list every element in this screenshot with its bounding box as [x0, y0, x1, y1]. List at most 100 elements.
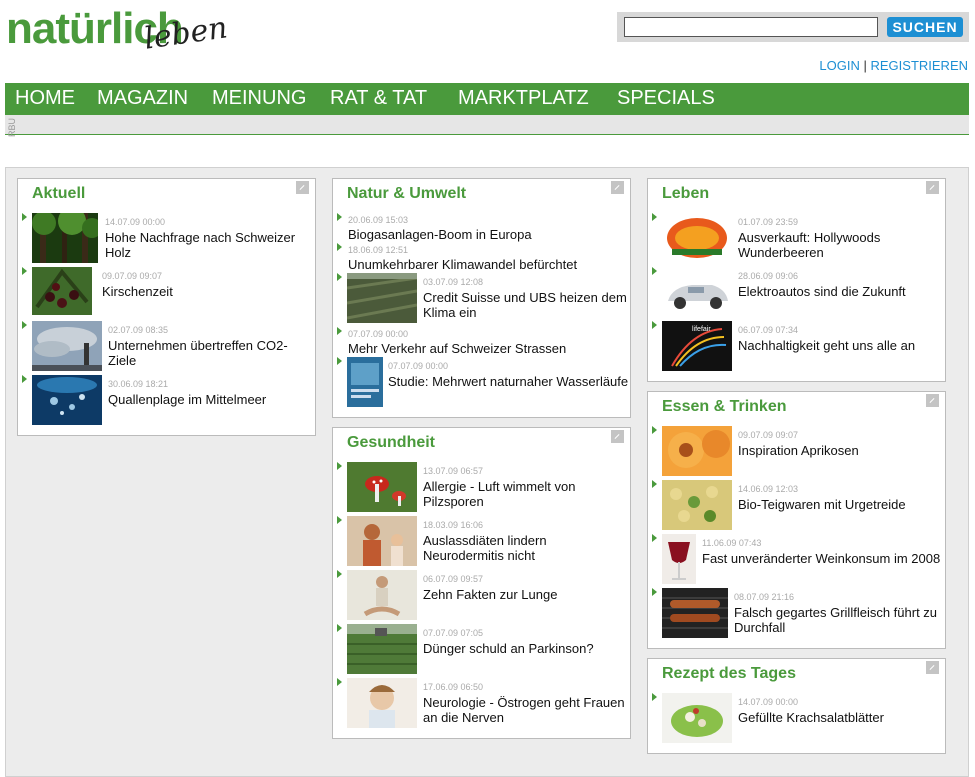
- item-title[interactable]: Studie: Mehrwert naturnaher Wasserläufe: [388, 374, 628, 389]
- arrow-icon: [652, 426, 657, 434]
- main-nav: HOME MAGAZIN MEINUNG RAT & TAT MARKTPLAT…: [5, 83, 969, 115]
- item-title[interactable]: Hohe Nachfrage nach Schweizer: [105, 230, 295, 245]
- arrow-icon: [337, 624, 342, 632]
- search-button[interactable]: SUCHEN: [887, 17, 963, 37]
- arrow-icon: [337, 357, 342, 365]
- section-title[interactable]: Rezept des Tages: [662, 665, 796, 683]
- list-item[interactable]: 02.07.09 08:35 Unternehmen übertreffen C…: [18, 321, 315, 373]
- list-item[interactable]: 14.06.09 12:03 Bio-Teigwaren mit Urgetre…: [648, 480, 945, 532]
- section-rezept-des-tages: Rezept des Tages 14.07.09 00:00 Gefüllte…: [647, 658, 946, 754]
- item-title-cont[interactable]: Neurodermitis nicht: [423, 548, 535, 563]
- item-title-cont[interactable]: Klima ein: [423, 305, 476, 320]
- item-title[interactable]: Allergie - Luft wimmelt von: [423, 479, 575, 494]
- list-item[interactable]: 01.07.09 23:59 Ausverkauft: Hollywoods W…: [648, 213, 945, 265]
- list-item[interactable]: 09.07.09 09:07 Kirschenzeit: [18, 267, 315, 319]
- item-title[interactable]: Fast unveränderter Weinkonsum im 2008: [702, 551, 940, 566]
- sea-photo: [32, 375, 102, 425]
- item-date: 14.07.09 00:00: [738, 697, 799, 707]
- list-item[interactable]: 30.06.09 18:21 Quallenplage im Mittelmee…: [18, 375, 315, 427]
- item-title[interactable]: Auslassdiäten lindern: [423, 533, 547, 548]
- item-date: 07.07.09 00:00: [388, 361, 449, 371]
- section-aktuell: Aktuell 14.07.09 00:00 Hohe Nachfrage na…: [17, 178, 316, 436]
- list-item[interactable]: 11.06.09 07:43 Fast unveränderter Weinko…: [648, 534, 945, 586]
- list-item[interactable]: lifefair 06.07.09 07:34 Nachhaltigkeit g…: [648, 321, 945, 373]
- register-link[interactable]: REGISTRIEREN: [870, 58, 968, 73]
- item-title[interactable]: Unternehmen übertreffen CO2-Ziele: [108, 338, 315, 368]
- nav-item-meinung[interactable]: MEINUNG: [212, 87, 306, 110]
- item-title-cont[interactable]: Holz: [105, 245, 131, 260]
- sub-nav-text: RBU: [7, 118, 17, 138]
- item-date: 14.06.09 12:03: [738, 484, 799, 494]
- item-title[interactable]: Inspiration Aprikosen: [738, 443, 859, 458]
- item-date: 08.07.09 21:16: [734, 592, 795, 602]
- mother-child-photo: [347, 516, 417, 566]
- item-date: 17.06.09 06:50: [423, 682, 484, 692]
- expand-icon[interactable]: [926, 181, 939, 194]
- item-title[interactable]: Nachhaltigkeit geht uns alle an: [738, 338, 915, 353]
- field-photo: [347, 624, 417, 674]
- item-title[interactable]: Credit Suisse und UBS heizen dem: [423, 290, 627, 305]
- section-title[interactable]: Aktuell: [32, 185, 85, 203]
- item-title[interactable]: Bio-Teigwaren mit Urgetreide: [738, 497, 906, 512]
- nav-item-magazin[interactable]: MAGAZIN: [97, 87, 188, 110]
- site-logo[interactable]: natürlich leben: [6, 4, 230, 68]
- nav-item-home[interactable]: HOME: [15, 87, 75, 110]
- list-item[interactable]: 14.07.09 00:00 Hohe Nachfrage nach Schwe…: [18, 213, 315, 265]
- list-item[interactable]: 18.03.09 16:06 Auslassdiäten lindern Neu…: [333, 516, 630, 568]
- item-title[interactable]: Ausverkauft: Hollywoods: [738, 230, 880, 245]
- list-item[interactable]: 06.07.09 09:57 Zehn Fakten zur Lunge: [333, 570, 630, 622]
- list-item[interactable]: 17.06.09 06:50 Neurologie - Östrogen geh…: [333, 678, 630, 730]
- item-date: 03.07.09 12:08: [423, 277, 484, 287]
- expand-icon[interactable]: [611, 181, 624, 194]
- arrow-icon: [652, 588, 657, 596]
- section-title[interactable]: Leben: [662, 185, 709, 203]
- item-date: 30.06.09 18:21: [108, 379, 169, 389]
- nav-item-marktplatz[interactable]: MARKTPLATZ: [458, 87, 589, 110]
- item-title[interactable]: Quallenplage im Mittelmeer: [108, 392, 266, 407]
- item-title[interactable]: Unumkehrbarer Klimawandel befürchtet: [348, 257, 577, 272]
- section-title[interactable]: Essen & Trinken: [662, 398, 787, 416]
- login-link[interactable]: LOGIN: [819, 58, 859, 73]
- list-item[interactable]: 07.07.09 07:05 Dünger schuld an Parkinso…: [333, 624, 630, 676]
- item-title-cont[interactable]: Wunderbeeren: [738, 245, 824, 260]
- auth-separator: |: [863, 58, 867, 73]
- item-title[interactable]: Gefüllte Krachsalatblätter: [738, 710, 884, 725]
- list-item[interactable]: 14.07.09 00:00 Gefüllte Krachsalatblätte…: [648, 693, 945, 745]
- item-title-cont[interactable]: an die Nerven: [423, 710, 504, 725]
- item-date: 07.07.09 00:00: [348, 329, 409, 339]
- item-title[interactable]: Elektroautos sind die Zukunft: [738, 284, 906, 299]
- item-title-cont[interactable]: Pilzsporen: [423, 494, 484, 509]
- list-item[interactable]: 07.07.09 00:00 Mehr Verkehr auf Schweize…: [333, 327, 630, 357]
- list-item[interactable]: 07.07.09 00:00 Studie: Mehrwert naturnah…: [333, 357, 630, 409]
- item-title[interactable]: Dünger schuld an Parkinson?: [423, 641, 594, 656]
- list-item[interactable]: 03.07.09 12:08 Credit Suisse und UBS hei…: [333, 273, 630, 325]
- item-title-cont[interactable]: Durchfall: [734, 620, 785, 635]
- mushroom-photo: [347, 462, 417, 512]
- item-date: 06.07.09 07:34: [738, 325, 799, 335]
- list-item[interactable]: 28.06.09 09:06 Elektroautos sind die Zuk…: [648, 267, 945, 319]
- item-title[interactable]: Neurologie - Östrogen geht Frauen: [423, 695, 625, 710]
- list-item[interactable]: 20.06.09 15:03 Biogasanlagen-Boom in Eur…: [333, 213, 630, 243]
- item-title[interactable]: Biogasanlagen-Boom in Europa: [348, 227, 532, 242]
- search-bar: SUCHEN: [617, 12, 969, 42]
- item-title[interactable]: Falsch gegartes Grillfleisch führt zu: [734, 605, 937, 620]
- section-title[interactable]: Natur & Umwelt: [347, 185, 466, 203]
- grill-photo: [662, 588, 728, 638]
- list-item[interactable]: 08.07.09 21:16 Falsch gegartes Grillflei…: [648, 588, 945, 640]
- expand-icon[interactable]: [611, 430, 624, 443]
- item-title[interactable]: Mehr Verkehr auf Schweizer Strassen: [348, 341, 566, 356]
- expand-icon[interactable]: [296, 181, 309, 194]
- nav-item-rat-tat[interactable]: RAT & TAT: [330, 87, 427, 110]
- item-title[interactable]: Kirschenzeit: [102, 284, 173, 299]
- section-gesundheit: Gesundheit 13.07.09 06:57 Allergie - Luf…: [332, 427, 631, 739]
- nav-item-specials[interactable]: SPECIALS: [617, 87, 715, 110]
- list-item[interactable]: 13.07.09 06:57 Allergie - Luft wimmelt v…: [333, 462, 630, 514]
- section-title[interactable]: Gesundheit: [347, 434, 435, 452]
- item-title[interactable]: Zehn Fakten zur Lunge: [423, 587, 557, 602]
- expand-icon[interactable]: [926, 394, 939, 407]
- search-input[interactable]: [624, 17, 878, 37]
- list-item[interactable]: 09.07.09 09:07 Inspiration Aprikosen: [648, 426, 945, 478]
- arrow-icon: [337, 273, 342, 281]
- list-item[interactable]: 18.06.09 12:51 Unumkehrbarer Klimawandel…: [333, 243, 630, 273]
- expand-icon[interactable]: [926, 661, 939, 674]
